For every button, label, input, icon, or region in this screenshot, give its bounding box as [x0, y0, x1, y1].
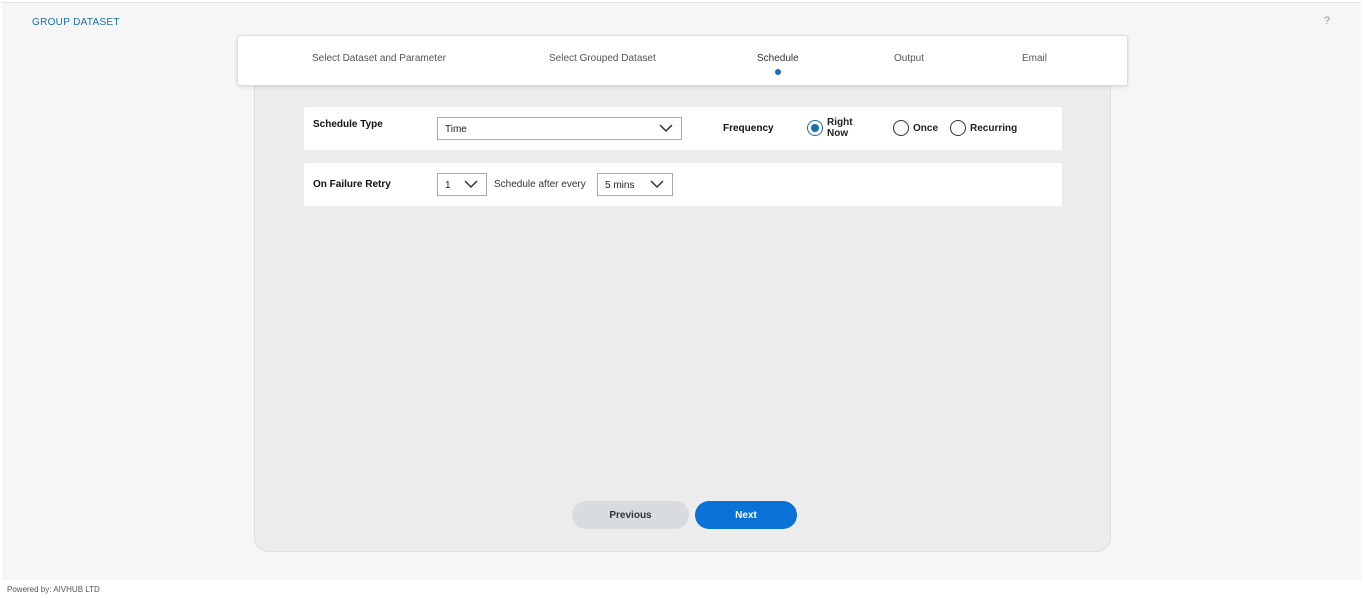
radio-right-now[interactable]: Right Now — [807, 117, 853, 139]
schedule-type-label: Schedule Type — [313, 119, 383, 130]
app-window: GROUP DATASET ? Schedule Type Time Frequ… — [2, 2, 1361, 580]
retry-count-select[interactable]: 1 — [437, 173, 487, 196]
chevron-down-icon — [464, 180, 478, 189]
retry-label: On Failure Retry — [313, 179, 391, 190]
schedule-type-select[interactable]: Time — [437, 117, 682, 140]
wizard-panel: Schedule Type Time Frequency Right Now O… — [254, 63, 1111, 552]
radio-indicator — [950, 120, 966, 136]
step-select-dataset[interactable]: Select Dataset and Parameter — [312, 53, 446, 64]
chevron-down-icon — [659, 124, 673, 133]
footer-powered-by: Powered by: AIVHUB LTD — [7, 585, 100, 594]
wizard-stepper: Select Dataset and Parameter Select Grou… — [237, 35, 1128, 86]
next-button[interactable]: Next — [695, 501, 797, 529]
radio-once[interactable]: Once — [893, 119, 938, 137]
step-select-grouped-dataset[interactable]: Select Grouped Dataset — [549, 53, 656, 64]
retry-count-value: 1 — [445, 180, 451, 191]
schedule-after-label: Schedule after every — [494, 179, 586, 190]
step-schedule[interactable]: Schedule — [757, 53, 799, 75]
radio-indicator — [893, 120, 909, 136]
step-label: Output — [894, 53, 925, 64]
chevron-down-icon — [650, 180, 664, 189]
previous-button[interactable]: Previous — [572, 501, 689, 529]
help-icon[interactable]: ? — [1324, 15, 1330, 27]
radio-recurring[interactable]: Recurring — [950, 119, 1017, 137]
step-label: Schedule — [757, 53, 799, 64]
radio-label: Recurring — [970, 122, 1018, 134]
step-label: Select Dataset and Parameter — [312, 53, 446, 64]
schedule-type-card: Schedule Type Time Frequency Right Now O… — [304, 107, 1062, 150]
retry-card: On Failure Retry 1 Schedule after every … — [304, 163, 1062, 206]
step-label: Select Grouped Dataset — [549, 53, 656, 64]
step-email[interactable]: Email — [1022, 53, 1047, 64]
frequency-label: Frequency — [723, 123, 774, 134]
retry-interval-value: 5 mins — [605, 180, 635, 191]
active-step-dot — [774, 69, 781, 75]
step-label: Email — [1022, 53, 1048, 64]
step-output[interactable]: Output — [894, 53, 924, 64]
radio-label: Right Now — [827, 117, 853, 139]
radio-indicator — [807, 120, 823, 136]
radio-label: Once — [913, 122, 939, 134]
page-title: GROUP DATASET — [32, 17, 120, 28]
schedule-type-value: Time — [445, 124, 467, 135]
retry-interval-select[interactable]: 5 mins — [597, 173, 673, 196]
